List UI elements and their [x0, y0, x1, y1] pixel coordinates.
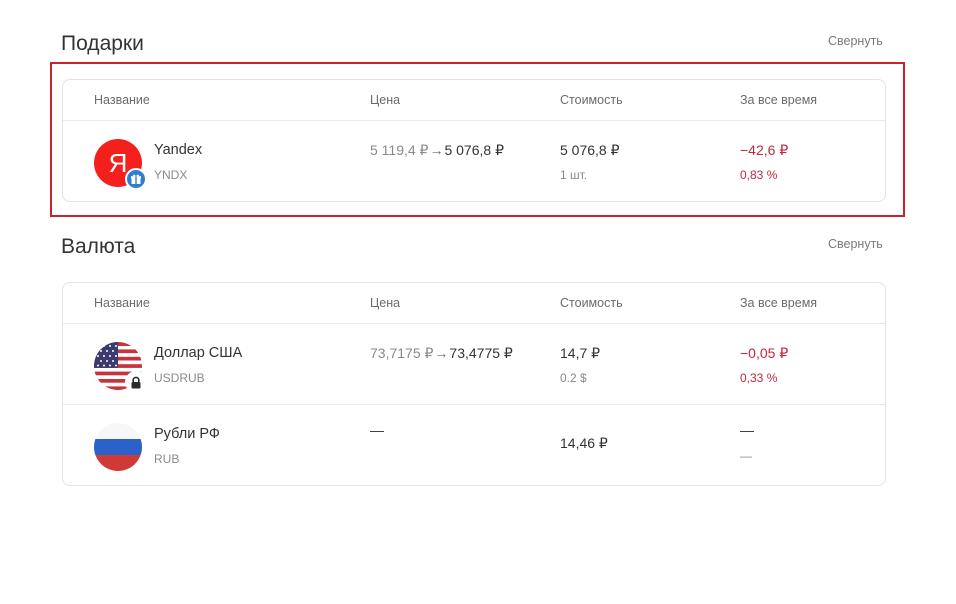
cost-quantity: 1 шт.: [560, 168, 588, 182]
asset-name[interactable]: Yandex: [154, 142, 202, 158]
price-old: 73,7175 ₽: [370, 345, 434, 361]
table-row[interactable]: Доллар США USDRUB 73,7175 ₽→73,4775 ₽ 14…: [63, 324, 885, 404]
cost-value: 14,46 ₽: [560, 435, 608, 451]
gifts-table: Название Цена Стоимость За все время Я Y…: [62, 79, 886, 202]
alltime-percent: 0,33 %: [740, 371, 778, 385]
column-header-alltime: За все время: [740, 296, 818, 310]
currency-table: Название Цена Стоимость За все время Дол…: [62, 282, 886, 486]
yandex-logo-letter: Я: [108, 147, 128, 178]
table-row[interactable]: Рубли РФ RUB — 14,46 ₽ — —: [63, 404, 885, 485]
ru-flag-icon: [94, 423, 142, 471]
alltime-percent: —: [740, 449, 752, 463]
asset-name[interactable]: Рубли РФ: [154, 426, 220, 442]
price-change: 5 119,4 ₽→5 076,8 ₽: [370, 142, 504, 159]
table-header: Название Цена Стоимость За все время: [63, 80, 885, 121]
price-old: 5 119,4 ₽: [370, 142, 429, 158]
price-new: 5 076,8 ₽: [444, 142, 504, 158]
column-header-name: Название: [94, 93, 150, 107]
table-row[interactable]: Я Yandex YNDX 5 119,4 ₽→5 076,8 ₽ 5 076,…: [63, 121, 885, 201]
alltime-change: —: [740, 422, 754, 438]
table-header: Название Цена Стоимость За все время: [63, 283, 885, 324]
alltime-change: −42,6 ₽: [740, 142, 789, 158]
alltime-percent: 0,83 %: [740, 168, 778, 182]
column-header-price: Цена: [370, 296, 401, 310]
column-header-cost: Стоимость: [560, 296, 623, 310]
gifts-section-title: Подарки: [61, 32, 144, 55]
column-header-alltime: За все время: [740, 93, 818, 107]
arrow-right-icon: →: [434, 345, 449, 361]
cost-value: 14,7 ₽: [560, 345, 601, 361]
asset-name[interactable]: Доллар США: [154, 345, 242, 361]
price-value: —: [370, 422, 384, 438]
alltime-change: −0,05 ₽: [740, 345, 789, 361]
column-header-cost: Стоимость: [560, 93, 623, 107]
lock-icon: [125, 371, 147, 393]
asset-ticker: RUB: [154, 452, 180, 466]
cost-quantity: 0.2 $: [560, 371, 587, 385]
arrow-right-icon: →: [429, 142, 444, 158]
column-header-name: Название: [94, 296, 150, 310]
asset-ticker: USDRUB: [154, 371, 205, 385]
gifts-collapse-link[interactable]: Свернуть: [828, 34, 883, 48]
column-header-price: Цена: [370, 93, 401, 107]
currency-section-title: Валюта: [61, 235, 136, 258]
price-change: 73,7175 ₽→73,4775 ₽: [370, 345, 513, 362]
price-new: 73,4775 ₽: [449, 345, 513, 361]
currency-collapse-link[interactable]: Свернуть: [828, 237, 883, 251]
gift-icon: [125, 168, 147, 190]
asset-ticker: YNDX: [154, 168, 188, 182]
cost-value: 5 076,8 ₽: [560, 142, 620, 158]
